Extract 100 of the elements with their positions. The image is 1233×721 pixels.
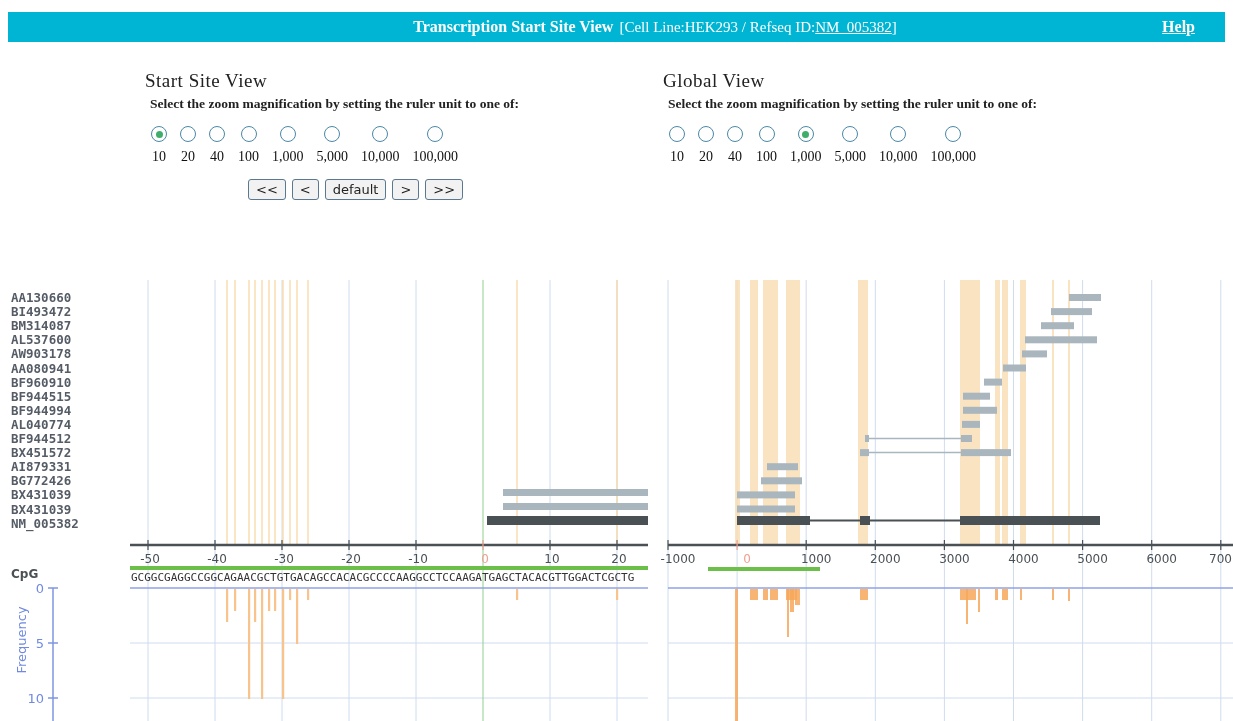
view-title: Global View bbox=[663, 70, 766, 92]
instruction-text: Select the zoom magnification by setting the ruler unit to one of: bbox=[668, 96, 1039, 112]
tick-label: -1000 bbox=[660, 552, 696, 566]
accession-label: BF944512 bbox=[11, 431, 72, 446]
zoom-label: 40 bbox=[728, 149, 742, 165]
zoom-label: 10 bbox=[670, 149, 684, 165]
zoom-label: 10 bbox=[152, 149, 166, 165]
context-text: ] bbox=[891, 19, 897, 35]
accession-label: BF960910 bbox=[11, 374, 72, 390]
tick-label: 10 bbox=[544, 552, 560, 566]
tick-label: 20 bbox=[611, 552, 627, 566]
axis-tick-label: 5 bbox=[35, 636, 44, 651]
zoom-label: 10,000 bbox=[361, 149, 400, 165]
zoom-radio[interactable] bbox=[890, 126, 907, 142]
tick-label: 2000 bbox=[870, 552, 901, 566]
context-text: [Cell Line:HEK293 / Refseq ID: bbox=[619, 19, 816, 35]
tick-label: 0 bbox=[481, 552, 489, 566]
accession-label: AA130660 bbox=[11, 290, 72, 305]
navigation-button[interactable]: >> bbox=[425, 179, 464, 200]
accession-label: BF944994 bbox=[11, 402, 72, 418]
frequency-bar bbox=[289, 589, 292, 600]
zoom-radio[interactable] bbox=[324, 126, 341, 142]
frequency-bar bbox=[296, 589, 299, 644]
tick-label: -40 bbox=[207, 552, 227, 566]
axis-tick-label: 10 bbox=[27, 691, 44, 706]
tick-label: -30 bbox=[274, 552, 294, 566]
zoom-radio[interactable] bbox=[209, 126, 225, 142]
frequency-bar bbox=[860, 589, 868, 600]
tick-label: -10 bbox=[408, 552, 428, 566]
frequency-bar bbox=[234, 589, 237, 611]
zoom-radio[interactable] bbox=[279, 126, 296, 142]
navigation-button[interactable]: default bbox=[324, 179, 387, 200]
instruction-text: Select the zoom magnification by setting the ruler unit to one of: bbox=[150, 96, 521, 112]
zoom-radio[interactable] bbox=[797, 126, 814, 142]
zoom-label: 1,000 bbox=[790, 149, 822, 165]
frequency-bar bbox=[995, 589, 998, 600]
accession-label: BX431039 bbox=[11, 487, 72, 503]
tick-label: 700 bbox=[1209, 552, 1232, 566]
sequence-text: GCGGCGAGGCCGGCAGAACGCTGTGACAGCCACACGCCCCAAGGCCTCCAAGATGAGCTACACGTTGGACTCGCTG bbox=[131, 571, 635, 584]
accession-label: NM_005382 bbox=[11, 515, 79, 531]
zoom-radio[interactable] bbox=[842, 126, 859, 142]
accession-label: AI879331 bbox=[11, 459, 72, 475]
zoom-radio[interactable] bbox=[758, 126, 775, 142]
accession-label: BM314087 bbox=[11, 318, 72, 334]
accession-label: BF944515 bbox=[11, 388, 72, 404]
zoom-radio[interactable] bbox=[180, 126, 196, 142]
axis-title: Frequency bbox=[14, 606, 29, 674]
frequency-bar bbox=[254, 589, 257, 622]
navigation-button[interactable]: << bbox=[248, 179, 286, 200]
zoom-label: 1,000 bbox=[272, 149, 304, 165]
zoom-label: 10,000 bbox=[879, 149, 918, 165]
cpg-label: CpG bbox=[11, 567, 39, 581]
accession-label: BX451572 bbox=[11, 445, 72, 461]
frequency-bar bbox=[516, 589, 519, 600]
frequency-bar bbox=[307, 589, 310, 600]
zoom-label: 40 bbox=[210, 149, 224, 165]
zoom-radio[interactable] bbox=[372, 126, 389, 142]
tick-label: -50 bbox=[140, 552, 160, 566]
accession-label: AA080941 bbox=[11, 360, 72, 376]
frequency-bar bbox=[616, 589, 619, 600]
zoom-label: 20 bbox=[699, 149, 713, 165]
tick-label: 4000 bbox=[1008, 552, 1039, 566]
accession-label: AL537600 bbox=[11, 332, 72, 348]
navigation-button[interactable]: > bbox=[392, 179, 420, 200]
tick-label: -20 bbox=[341, 552, 361, 566]
accession-label: BX431039 bbox=[11, 501, 72, 517]
frequency-bar bbox=[770, 589, 778, 600]
tick-label: 6000 bbox=[1146, 552, 1177, 566]
zoom-radio[interactable] bbox=[945, 126, 962, 142]
zoom-label: 5,000 bbox=[834, 149, 866, 165]
frequency-bar bbox=[750, 589, 758, 600]
frequency-bar bbox=[763, 589, 768, 600]
accession-label: BI493472 bbox=[11, 304, 72, 320]
zoom-label: 5,000 bbox=[316, 149, 348, 165]
view-title: Start Site View bbox=[145, 70, 269, 92]
zoom-radio[interactable] bbox=[669, 126, 685, 142]
zoom-radio[interactable] bbox=[727, 126, 743, 142]
zoom-radio[interactable] bbox=[151, 126, 167, 142]
zoom-radio[interactable] bbox=[427, 126, 444, 142]
zoom-label: 100 bbox=[238, 149, 259, 165]
zoom-radio[interactable] bbox=[698, 126, 714, 142]
page-title: Transcription Start Site View bbox=[413, 18, 614, 35]
accession-label: AL040774 bbox=[11, 416, 72, 432]
frequency-bar bbox=[226, 589, 229, 622]
accession-label: BG772426 bbox=[11, 473, 72, 489]
zoom-label: 100 bbox=[756, 149, 777, 165]
tick-label: 5000 bbox=[1077, 552, 1108, 566]
zoom-radio[interactable] bbox=[240, 126, 257, 142]
frequency-bar bbox=[1002, 589, 1008, 600]
axis-tick-label: 0 bbox=[35, 581, 44, 596]
tick-label: 1000 bbox=[800, 552, 832, 566]
zoom-label: 100,000 bbox=[412, 149, 458, 165]
frequency-bar bbox=[268, 589, 271, 611]
zoom-label: 100,000 bbox=[930, 149, 976, 165]
tick-label: 0 bbox=[743, 552, 751, 566]
accession-label: AW903178 bbox=[11, 346, 72, 362]
tick-label: 3000 bbox=[939, 552, 970, 566]
zoom-label: 20 bbox=[181, 149, 195, 165]
frequency-bar bbox=[274, 589, 277, 611]
navigation-button[interactable]: < bbox=[291, 179, 319, 200]
